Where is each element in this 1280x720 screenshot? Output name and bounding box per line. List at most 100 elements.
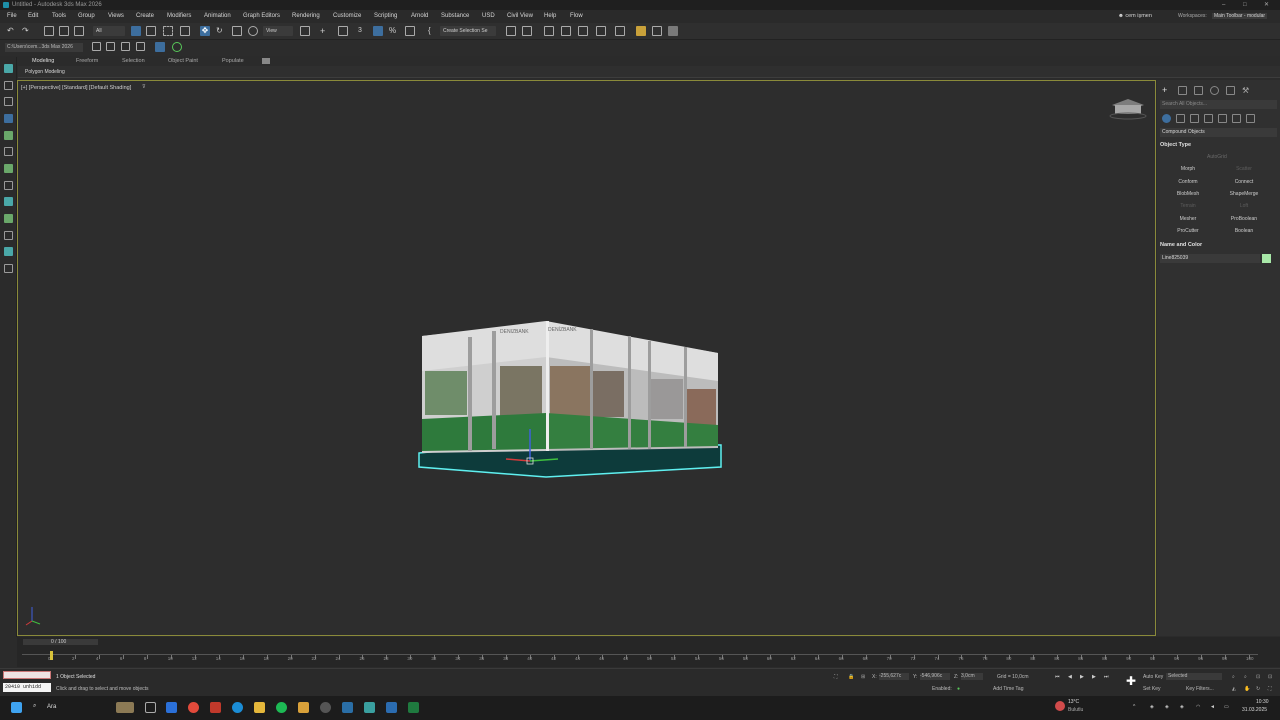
ref-coord-dropdown[interactable]: View <box>263 26 293 36</box>
create-panel-icon[interactable]: + <box>1162 86 1171 95</box>
shapes-category-icon[interactable] <box>1176 114 1185 123</box>
spotify-icon[interactable] <box>276 702 287 713</box>
rect-selection-icon[interactable] <box>163 26 173 36</box>
pivot-center-icon[interactable] <box>300 26 310 36</box>
tab-selection[interactable]: Selection <box>122 58 145 64</box>
menu-help[interactable]: Help <box>544 13 556 19</box>
select-tool-icon[interactable] <box>4 114 13 123</box>
menu-rendering[interactable]: Rendering <box>292 13 320 19</box>
ribbon-options-icon[interactable] <box>262 58 270 64</box>
zoom-icon[interactable]: ⌕ <box>1232 674 1235 680</box>
app-icon-blue[interactable] <box>386 702 397 713</box>
save-as-icon[interactable] <box>136 42 145 51</box>
helpers-tool-icon[interactable] <box>4 264 13 273</box>
tray-network-icon[interactable]: ◈ <box>1150 704 1154 710</box>
menu-substance[interactable]: Substance <box>441 13 469 19</box>
tray-chevron-icon[interactable]: ^ <box>1133 704 1135 710</box>
transform-type-in-icon[interactable]: ⊞ <box>861 674 865 680</box>
menu-customize[interactable]: Customize <box>333 13 361 19</box>
prev-frame-icon[interactable]: ◀ <box>1068 674 1072 680</box>
clock-date[interactable]: 31.03.2025 <box>1242 707 1267 713</box>
select-object-icon[interactable] <box>131 26 141 36</box>
terrain-button[interactable]: Terrain <box>1162 202 1214 211</box>
viewcube[interactable] <box>1109 99 1147 120</box>
menu-tools[interactable]: Tools <box>52 13 66 19</box>
create-tool-icon[interactable] <box>4 64 13 73</box>
cameras-category-icon[interactable] <box>1204 114 1213 123</box>
pan-icon[interactable]: ✋ <box>1244 686 1250 692</box>
rotate-icon[interactable]: ↻ <box>216 26 226 36</box>
next-frame-icon[interactable]: ▶ <box>1092 674 1096 680</box>
task-view-icon[interactable] <box>145 702 156 713</box>
lights-category-icon[interactable] <box>1190 114 1199 123</box>
named-selection-set[interactable]: Create Selection Se <box>440 26 496 36</box>
menu-views[interactable]: Views <box>108 13 124 19</box>
volume-icon[interactable]: ◄ <box>1210 704 1215 710</box>
wifi-icon[interactable]: ◠ <box>1196 704 1200 710</box>
menu-animation[interactable]: Animation <box>204 13 231 19</box>
cameras-tool-icon[interactable] <box>4 247 13 256</box>
weather-icon[interactable] <box>1055 701 1065 711</box>
search-objects-field[interactable]: Search All Objects... <box>1160 100 1277 109</box>
boolean-button[interactable]: Boolean <box>1218 227 1270 236</box>
place-icon[interactable] <box>248 26 258 36</box>
zoom-all-icon[interactable]: ⌕ <box>1244 674 1247 680</box>
menu-file[interactable]: File <box>7 13 17 19</box>
procutter-button[interactable]: ProCutter <box>1162 227 1214 236</box>
edit-named-selection-icon[interactable]: { <box>428 26 438 36</box>
key-filters-button[interactable]: Key Filters... <box>1186 686 1214 692</box>
menu-create[interactable]: Create <box>136 13 154 19</box>
angle-snap-icon[interactable] <box>373 26 383 36</box>
opera-icon[interactable] <box>210 702 221 713</box>
link-icon[interactable] <box>44 26 54 36</box>
select-by-name-icon[interactable] <box>146 26 156 36</box>
set-key-icon[interactable]: ✚ <box>1124 674 1138 688</box>
autogrid-checkbox[interactable]: AutoGrid <box>1207 154 1227 160</box>
project-folder-icon[interactable] <box>92 42 101 51</box>
menu-flow[interactable]: Flow <box>570 13 583 19</box>
add-time-tag[interactable]: Add Time Tag <box>993 686 1023 692</box>
time-slider[interactable]: 0 / 100 <box>23 639 98 645</box>
utilities-tool-icon[interactable] <box>4 164 13 173</box>
maximize-viewport-icon[interactable]: ⛶ <box>1268 686 1272 692</box>
utilities-panel-icon[interactable]: ⚒ <box>1242 86 1251 95</box>
modify-panel-icon[interactable] <box>1178 86 1187 95</box>
search-icon[interactable]: ⌕ <box>33 703 36 710</box>
maximize-button[interactable]: □ <box>1243 0 1247 10</box>
excel-icon[interactable] <box>408 702 419 713</box>
3dsmax-taskbar-icon[interactable] <box>342 702 353 713</box>
menu-modifiers[interactable]: Modifiers <box>167 13 191 19</box>
object-type-rollout[interactable]: Object Type <box>1160 142 1277 151</box>
morph-button[interactable]: Morph <box>1162 165 1214 174</box>
motion-panel-icon[interactable] <box>1210 86 1219 95</box>
exhibition-booth-model[interactable] <box>418 321 722 478</box>
keyboard-shortcut-icon[interactable] <box>338 26 348 36</box>
play-icon[interactable]: ▶ <box>1080 674 1084 680</box>
z-coord-field[interactable]: 3,0cm <box>961 673 983 680</box>
bind-spacewarp-icon[interactable] <box>74 26 84 36</box>
sync-check-icon[interactable] <box>172 42 182 52</box>
tray-app-icon[interactable]: ◈ <box>1180 704 1184 710</box>
goto-start-icon[interactable]: ⏮ <box>1055 674 1060 680</box>
search-highlight-icon[interactable] <box>116 702 134 713</box>
menu-edit[interactable]: Edit <box>28 13 38 19</box>
auto-key-button[interactable]: Auto Key <box>1143 674 1163 680</box>
y-coord-field[interactable]: -546,906c <box>920 673 950 680</box>
loft-button[interactable]: Loft <box>1218 202 1270 211</box>
minimize-button[interactable]: – <box>1222 0 1225 10</box>
blobmesh-button[interactable]: BlobMesh <box>1162 190 1214 199</box>
app-icon-teal[interactable] <box>364 702 375 713</box>
x-coord-field[interactable]: -255,627c <box>879 673 909 680</box>
menu-usd[interactable]: USD <box>482 13 495 19</box>
open-file-icon[interactable] <box>106 42 115 51</box>
render-setup-icon[interactable] <box>636 26 646 36</box>
spacewarps-category-icon[interactable] <box>1232 114 1241 123</box>
category-dropdown[interactable]: Compound Objects <box>1160 128 1277 137</box>
render-production-icon[interactable] <box>668 26 678 36</box>
window-crossing-icon[interactable] <box>180 26 190 36</box>
tray-bluetooth-icon[interactable]: ◈ <box>1165 704 1169 710</box>
ribbon-toggle-icon[interactable] <box>578 26 588 36</box>
tab-modeling[interactable]: Modeling <box>32 58 54 64</box>
helpers-category-icon[interactable] <box>1218 114 1227 123</box>
chrome-icon[interactable] <box>188 702 199 713</box>
